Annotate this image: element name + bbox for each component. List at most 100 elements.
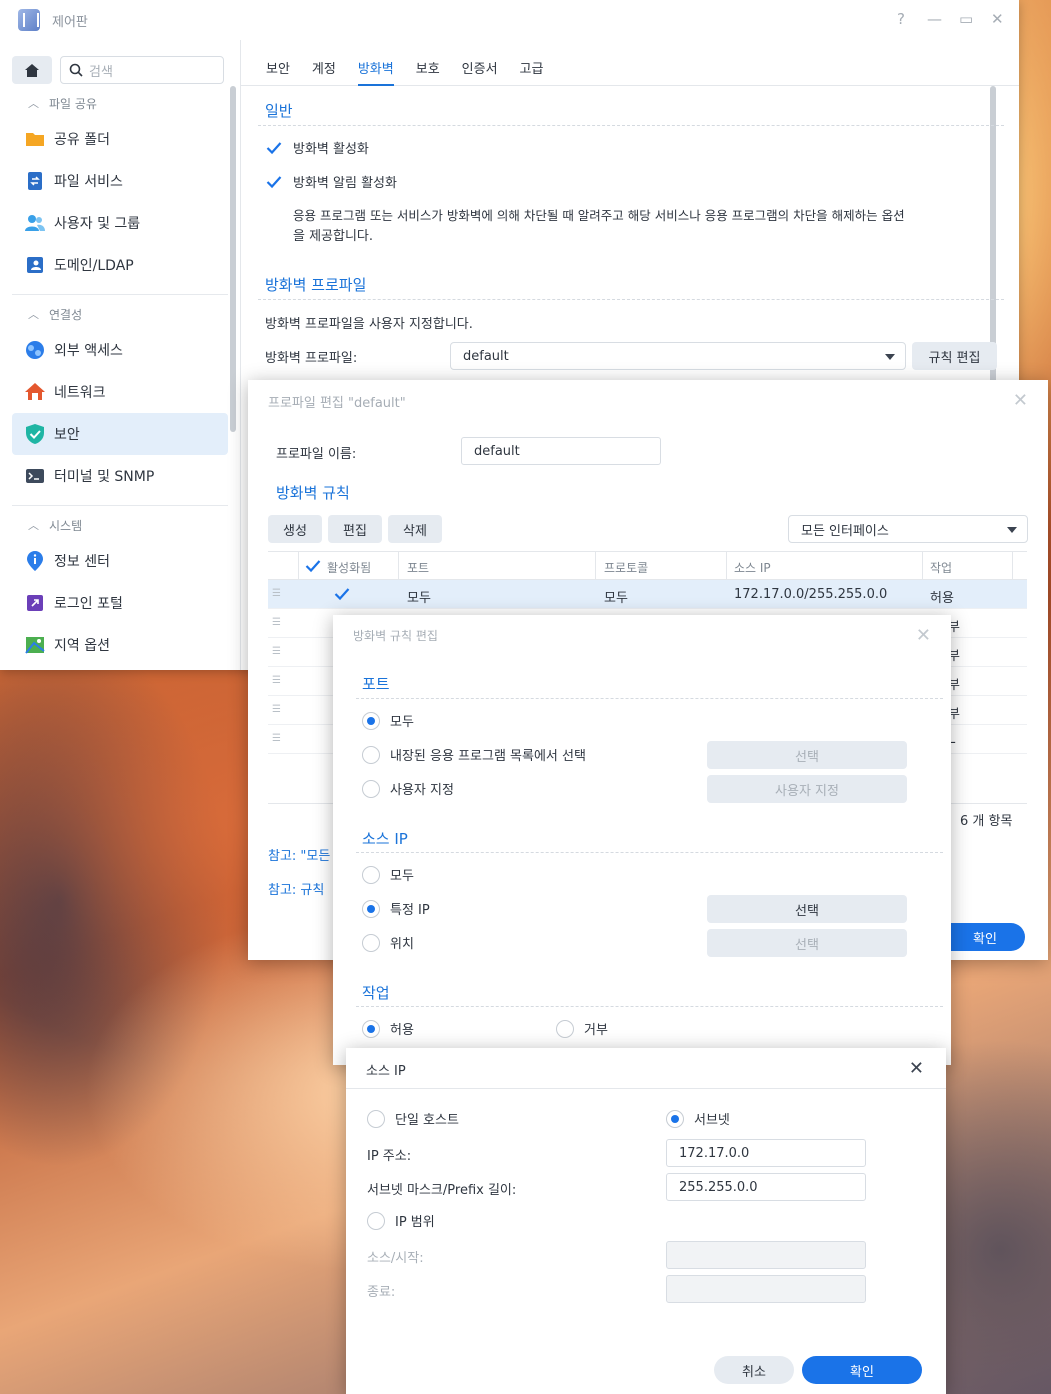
port-custom-radio[interactable]: 사용자 지정 (362, 779, 454, 798)
chevron-up-icon: ︿ (28, 97, 39, 110)
sidebar-item-login-portal[interactable]: 로그인 포털 (12, 582, 228, 624)
sidebar-item-terminal-snmp[interactable]: 터미널 및 SNMP (12, 455, 228, 497)
maximize-icon[interactable]: ▭ (959, 10, 973, 28)
select-all-checkbox[interactable] (304, 557, 322, 575)
column-protocol[interactable]: 프로토콜 (604, 559, 648, 576)
section-divider (258, 125, 1004, 126)
sidebar-item-file-services[interactable]: 파일 서비스 (12, 160, 228, 202)
drag-handle-icon[interactable]: ☰ (272, 617, 281, 628)
home-button[interactable] (12, 56, 52, 84)
source-ip-section-title: 소스 IP (362, 830, 408, 848)
sidebar-scrollbar[interactable] (230, 86, 236, 432)
profile-name-input[interactable]: default (461, 437, 661, 465)
enable-notify-checkbox[interactable]: 방화벽 알림 활성화 (265, 172, 397, 191)
item-count: 6 개 항목 (960, 814, 1013, 829)
ip-range-radio[interactable]: IP 범위 (367, 1211, 435, 1230)
port-custom-button[interactable]: 사용자 지정 (707, 775, 907, 803)
info-icon (24, 550, 46, 572)
action-allow-radio[interactable]: 허용 (362, 1019, 414, 1038)
edit-rules-button[interactable]: 규칙 편집 (912, 342, 997, 370)
sidebar-item-network[interactable]: 네트워크 (12, 371, 228, 413)
sidebar-item-info-center[interactable]: 정보 센터 (12, 540, 228, 582)
subnet-mask-input[interactable]: 255.255.0.0 (666, 1173, 866, 1201)
drag-handle-icon[interactable]: ☰ (272, 704, 281, 715)
drag-handle-icon[interactable]: ☰ (272, 675, 281, 686)
dialog-header-divider (346, 1088, 946, 1089)
section-system[interactable]: ︿ 시스템 (0, 510, 240, 540)
port-all-radio[interactable]: 모두 (362, 711, 414, 730)
tab-account[interactable]: 계정 (301, 40, 347, 85)
source-specific-radio[interactable]: 특정 IP (362, 899, 430, 918)
radio-button (362, 1019, 380, 1038)
section-divider (258, 299, 1004, 300)
port-builtin-radio[interactable]: 내장된 응용 프로그램 목록에서 선택 (362, 745, 586, 764)
sidebar-item-external-access[interactable]: 외부 액세스 (12, 329, 228, 371)
ip-address-input[interactable]: 172.17.0.0 (666, 1139, 866, 1167)
section-connectivity[interactable]: ︿ 연결성 (0, 299, 240, 329)
close-icon[interactable]: ✕ (909, 1058, 924, 1079)
sidebar-item-domain-ldap[interactable]: 도메인/LDAP (12, 244, 228, 286)
external-access-icon (24, 339, 46, 361)
radio-button (362, 899, 380, 918)
checkmark-icon (265, 173, 283, 191)
range-end-input[interactable] (666, 1275, 866, 1303)
source-select-button[interactable]: 선택 (707, 895, 907, 923)
drag-handle-icon[interactable]: ☰ (272, 588, 281, 599)
column-enabled[interactable]: 활성화됨 (327, 559, 371, 576)
row-enabled-checkbox[interactable] (333, 585, 351, 603)
source-all-radio[interactable]: 모두 (362, 865, 414, 884)
create-button[interactable]: 생성 (268, 515, 322, 543)
minimize-icon[interactable]: — (927, 10, 942, 28)
sidebar-item-users-groups[interactable]: 사용자 및 그룹 (12, 202, 228, 244)
profile-select[interactable]: default (450, 342, 906, 370)
location-select-button[interactable]: 선택 (707, 929, 907, 957)
search-icon (69, 63, 83, 77)
table-row[interactable]: ☰ 모두 모두 172.17.0.0/255.255.0.0 허용 (268, 580, 1027, 609)
action-deny-radio[interactable]: 거부 (556, 1019, 608, 1038)
sidebar: 검색 ︿ 파일 공유 공유 폴더 파일 서비스 사용자 및 그룹 도메인/LDAP… (0, 40, 240, 670)
notify-description: 응용 프로그램 또는 서비스가 방화벽에 의해 차단될 때 알려주고 해당 서비… (293, 208, 905, 244)
search-input[interactable]: 검색 (60, 56, 224, 84)
single-host-radio[interactable]: 단일 호스트 (367, 1109, 459, 1128)
profile-label: 방화벽 프로파일: (265, 351, 358, 366)
column-action[interactable]: 작업 (930, 559, 952, 576)
network-icon (24, 381, 46, 403)
edit-button[interactable]: 편집 (328, 515, 382, 543)
sidebar-divider (12, 505, 228, 506)
radio-button (666, 1109, 684, 1128)
note-2: 참고: 규칙 (268, 883, 325, 898)
column-port[interactable]: 포트 (407, 559, 429, 576)
section-divider (356, 698, 943, 699)
tab-firewall[interactable]: 방화벽 (347, 40, 405, 86)
tab-protection[interactable]: 보호 (405, 40, 451, 85)
subnet-radio[interactable]: 서브넷 (666, 1109, 730, 1128)
column-separator (595, 552, 596, 580)
sidebar-item-regional-options[interactable]: 지역 옵션 (12, 624, 228, 666)
drag-handle-icon[interactable]: ☰ (272, 646, 281, 657)
help-icon[interactable]: ? (895, 10, 907, 28)
radio-button (362, 711, 380, 730)
close-icon[interactable]: ✕ (916, 625, 931, 646)
title-bar: 제어판 ? — ▭ ✕ (0, 0, 1019, 40)
column-separator (298, 552, 299, 580)
sidebar-item-shared-folder[interactable]: 공유 폴더 (12, 118, 228, 160)
tab-advanced[interactable]: 고급 (509, 40, 555, 85)
delete-button[interactable]: 삭제 (388, 515, 442, 543)
sidebar-item-security[interactable]: 보안 (12, 413, 228, 455)
column-separator (922, 552, 923, 580)
cancel-button[interactable]: 취소 (714, 1356, 794, 1384)
port-select-button[interactable]: 선택 (707, 741, 907, 769)
source-location-radio[interactable]: 위치 (362, 933, 414, 952)
drag-handle-icon[interactable]: ☰ (272, 733, 281, 744)
range-start-input[interactable] (666, 1241, 866, 1269)
tab-certificate[interactable]: 인증서 (451, 40, 509, 85)
radio-button (367, 1211, 385, 1230)
enable-firewall-checkbox[interactable]: 방화벽 활성화 (265, 138, 369, 157)
interface-select[interactable]: 모든 인터페이스 (788, 515, 1028, 543)
column-source-ip[interactable]: 소스 IP (734, 559, 771, 576)
section-file-sharing[interactable]: ︿ 파일 공유 (0, 88, 240, 118)
tab-security[interactable]: 보안 (255, 40, 301, 85)
close-icon[interactable]: ✕ (991, 10, 1004, 28)
ok-button[interactable]: 확인 (802, 1356, 922, 1384)
close-icon[interactable]: ✕ (1013, 390, 1028, 411)
